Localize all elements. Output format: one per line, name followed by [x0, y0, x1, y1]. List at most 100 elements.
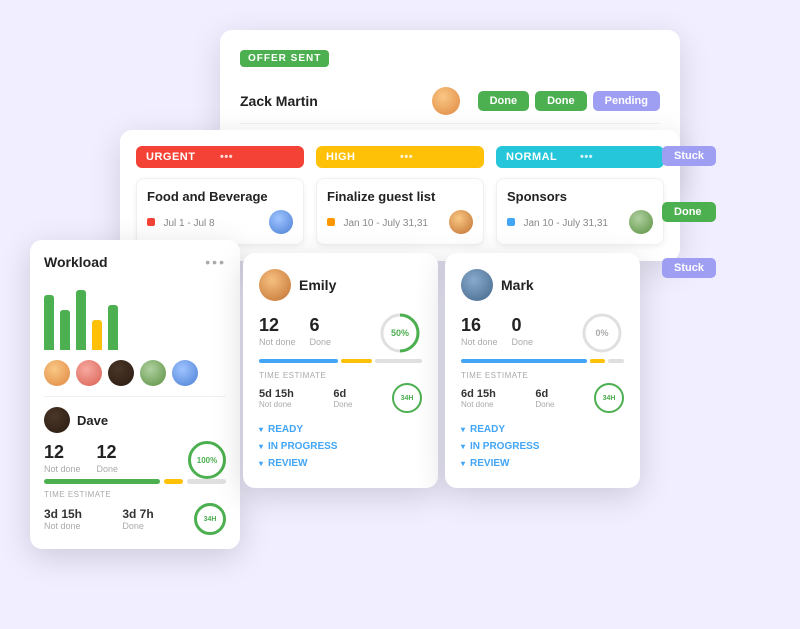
bar-4	[92, 320, 102, 350]
mark-not-done-num: 16	[461, 315, 481, 335]
mark-status-ready-label: READY	[470, 424, 505, 435]
emily-statuses: ▾ READY ▾ IN PROGRESS ▾ REVIEW	[259, 421, 422, 472]
mark-avatar	[461, 269, 493, 301]
mark-time-row: 6d 15h Not done 6d Done 34H	[461, 383, 624, 413]
col-label-normal: NORMAL	[506, 151, 580, 163]
kanban-col-normal: NORMAL ••• Sponsors Jan 10 - July 31,31	[496, 146, 664, 245]
kanban-col-high: HIGH ••• Finalize guest list Jan 10 - Ju…	[316, 146, 484, 245]
prog-gray	[187, 479, 226, 484]
emily-prog-blue	[259, 359, 338, 363]
emily-not-done-time-val: 5d 15h	[259, 388, 294, 400]
workload-header: Workload •••	[44, 254, 226, 270]
mark-status-ready[interactable]: ▾ READY	[461, 421, 624, 438]
emily-header: Emily	[259, 269, 422, 301]
tag-done-1: Done	[478, 91, 530, 111]
emily-not-done-num: 12	[259, 315, 279, 335]
emily-done: 6 Done	[310, 315, 332, 347]
mark-status-inprogress[interactable]: ▾ IN PROGRESS	[461, 438, 624, 455]
emily-status-inprogress[interactable]: ▾ IN PROGRESS	[259, 438, 422, 455]
emily-panel: Emily 12 Not done 6 Done 50% TIME ESTIMA…	[243, 253, 438, 488]
chevron-down-icon-6: ▾	[461, 459, 465, 468]
mark-stats: 16 Not done 0 Done	[461, 315, 533, 347]
col-header-urgent: URGENT •••	[136, 146, 304, 168]
workload-dots[interactable]: •••	[205, 254, 226, 270]
offer-badge: OFFER SENT	[240, 50, 329, 67]
mark-time-section: TIME ESTIMATE 6d 15h Not done 6d Done 34…	[461, 371, 624, 413]
emily-done-time: 6d Done	[333, 388, 352, 409]
emily-circle-text: 50%	[391, 328, 409, 338]
dave-header: Dave	[44, 407, 226, 433]
emily-status-review[interactable]: ▾ REVIEW	[259, 455, 422, 472]
dave-circle: 100%	[188, 441, 226, 479]
bar-green-1	[44, 295, 54, 350]
dave-stats: 12 Not done 12 Done	[44, 442, 118, 474]
mark-prog-blue	[461, 359, 587, 363]
tag-done-2: Done	[535, 91, 587, 111]
mark-status-review[interactable]: ▾ REVIEW	[461, 455, 624, 472]
dave-done-time-val: 3d 7h	[122, 507, 153, 521]
emily-time-label: TIME ESTIMATE	[259, 371, 422, 380]
dave-not-done-time-val: 3d 15h	[44, 507, 82, 521]
card-meta-high: Jan 10 - July 31,31	[327, 210, 473, 234]
emily-done-label: Done	[310, 337, 332, 347]
tag-pending-1: Pending	[593, 91, 660, 111]
kanban-col-urgent: URGENT ••• Food and Beverage Jul 1 - Jul…	[136, 146, 304, 245]
emily-not-done-label: Not done	[259, 337, 296, 347]
mark-done: 0 Done	[512, 315, 534, 347]
emily-status-inprogress-label: IN PROGRESS	[268, 441, 337, 452]
mark-not-done-time-sub: Not done	[461, 400, 496, 409]
emily-time-section: TIME ESTIMATE 5d 15h Not done 6d Done 34…	[259, 371, 422, 413]
prog-yellow	[164, 479, 183, 484]
dave-time-row: 3d 15h Not done 3d 7h Done 34H	[44, 503, 226, 535]
side-tag-done: Done	[662, 202, 716, 222]
emily-not-done-time-sub: Not done	[259, 400, 294, 409]
emily-not-done-time: 5d 15h Not done	[259, 388, 294, 409]
bar-2	[60, 310, 70, 350]
emily-done-time-val: 6d	[333, 388, 352, 400]
mark-name: Mark	[501, 277, 534, 293]
card-title-urgent: Food and Beverage	[147, 189, 293, 204]
side-tags: Stuck Done Stuck	[662, 146, 716, 278]
kanban-card-normal: Sponsors Jan 10 - July 31,31	[496, 178, 664, 245]
dave-done-time-sub: Done	[122, 521, 153, 531]
normal-dots[interactable]: •••	[580, 151, 654, 163]
chevron-down-icon-5: ▾	[461, 442, 465, 451]
emily-prog-gray	[375, 359, 422, 363]
emily-status-ready[interactable]: ▾ READY	[259, 421, 422, 438]
dave-not-done-time-sub: Not done	[44, 521, 82, 531]
dave-not-done-time: 3d 15h Not done	[44, 507, 82, 531]
dave-avatar	[44, 407, 70, 433]
emily-not-done: 12 Not done	[259, 315, 296, 347]
emily-status-ready-label: READY	[268, 424, 303, 435]
emily-name: Emily	[299, 277, 336, 293]
mark-time-circle: 34H	[594, 383, 624, 413]
bar-3	[76, 290, 86, 350]
emily-stats: 12 Not done 6 Done	[259, 315, 331, 347]
bar-5	[108, 305, 118, 350]
mark-done-time-sub: Done	[535, 400, 554, 409]
workload-panel: Workload ••• Dave	[30, 240, 240, 549]
dave-name: Dave	[77, 413, 108, 428]
chevron-down-icon: ▾	[259, 425, 263, 434]
wl-avatar-4	[140, 360, 166, 386]
mark-prog-yellow	[590, 359, 606, 363]
mark-done-time: 6d Done	[535, 388, 554, 409]
mark-circle-wrap: 0%	[580, 311, 624, 355]
dave-not-done-label: Not done	[44, 464, 81, 474]
high-dots[interactable]: •••	[400, 151, 474, 163]
flag-normal	[507, 218, 515, 226]
prog-green	[44, 479, 160, 484]
dave-progress	[44, 479, 226, 484]
wl-avatar-3	[108, 360, 134, 386]
emily-avatar	[259, 269, 291, 301]
mark-circle-text: 0%	[595, 328, 608, 338]
card-meta-normal: Jan 10 - July 31,31	[507, 210, 653, 234]
col-label-high: HIGH	[326, 151, 400, 163]
urgent-dots[interactable]: •••	[220, 151, 294, 163]
chevron-down-icon-4: ▾	[461, 425, 465, 434]
mark-header: Mark	[461, 269, 624, 301]
mark-not-done-time: 6d 15h Not done	[461, 388, 496, 409]
card-meta-urgent: Jul 1 - Jul 8	[147, 210, 293, 234]
avatar-guest	[449, 210, 473, 234]
mark-prog-gray	[608, 359, 624, 363]
